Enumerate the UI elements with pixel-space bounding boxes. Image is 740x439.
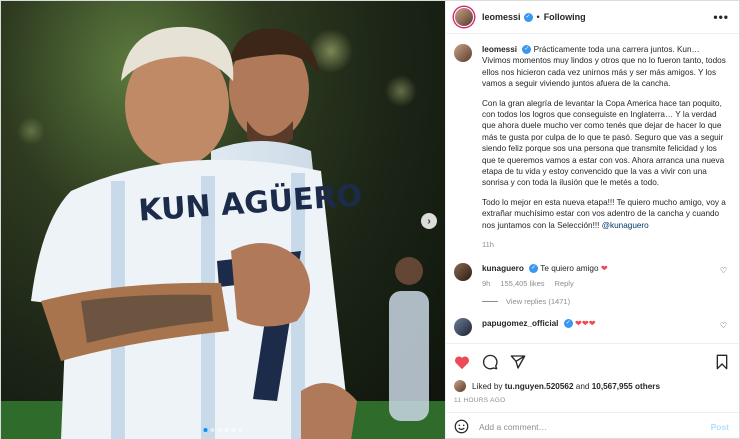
liker-username[interactable]: tu.nguyen.520562 <box>505 382 574 391</box>
caption-author-username[interactable]: leomessi <box>482 45 517 54</box>
post-header: leomessi ✓ • Following ••• <box>446 1 739 34</box>
caption-paragraph-2: Con la gran alegría de levantar la Copa … <box>482 98 725 188</box>
likes-prefix: Liked by <box>472 381 503 391</box>
post-actions: Liked by tu.nguyen.520562 and 10,567,955… <box>446 343 739 412</box>
more-options-icon[interactable]: ••• <box>713 10 729 24</box>
action-icons <box>454 352 729 372</box>
bookmark-icon[interactable] <box>715 354 729 370</box>
emoji-icon[interactable] <box>454 419 469 434</box>
add-comment-bar: Post <box>446 412 739 439</box>
comment-body: kunaguero ✓ Te quiero amigo ❤ 9h 155,405… <box>482 263 714 289</box>
like-comment-heart-icon[interactable]: ♡ <box>720 321 727 330</box>
commenter-username[interactable]: kunaguero <box>482 264 524 273</box>
separator-dot: • <box>536 12 540 22</box>
comment-likes[interactable]: 155,405 likes <box>500 278 544 289</box>
author-avatar[interactable] <box>454 7 474 27</box>
verified-badge-icon: ✓ <box>563 318 573 328</box>
red-heart-emoji: ❤ <box>600 263 608 273</box>
likes-summary: Liked by tu.nguyen.520562 and 10,567,955… <box>454 380 729 392</box>
comments-section: leomessi ✓ Prácticamente toda una carrer… <box>446 34 739 343</box>
comment-item: kunaguero ✓ Te quiero amigo ❤ 9h 155,405… <box>454 262 727 289</box>
instagram-post-view: KUN AGÜERO › leomessi ✓ • Following ••• … <box>0 0 740 439</box>
post-comment-button[interactable]: Post <box>711 422 729 432</box>
likes-others-link[interactable]: 10,567,955 others <box>592 382 660 391</box>
chevron-right-icon: › <box>427 215 431 227</box>
comment-icon[interactable] <box>482 354 498 370</box>
carousel-dot-4 <box>224 428 229 432</box>
likes-middle: and <box>575 381 590 391</box>
red-heart-emoji: ❤❤❤ <box>575 318 596 328</box>
comment-text: Te quiero amigo <box>540 263 599 273</box>
like-comment-heart-icon[interactable]: ♡ <box>720 266 727 275</box>
view-replies-button[interactable]: View replies (1471) <box>482 297 727 306</box>
liker-avatar[interactable] <box>454 380 466 392</box>
comment-time[interactable]: 9h <box>482 278 490 289</box>
author-username[interactable]: leomessi <box>482 12 521 22</box>
liked-heart-icon[interactable] <box>454 355 470 370</box>
caption-author-avatar[interactable] <box>454 44 472 62</box>
photo-illustration: KUN AGÜERO <box>1 26 445 439</box>
verified-badge-icon: ✓ <box>522 45 532 55</box>
post-side-panel: leomessi ✓ • Following ••• leomessi ✓ Pr… <box>445 1 739 439</box>
caption: leomessi ✓ Prácticamente toda una carrer… <box>454 44 727 251</box>
commenter-avatar[interactable] <box>454 262 472 281</box>
caption-paragraph-1: Prácticamente toda una carrera juntos. K… <box>482 45 726 89</box>
carousel-next-button[interactable]: › <box>421 213 437 229</box>
commenter-username[interactable]: papugomez_official <box>482 319 558 328</box>
comment-item: papugomez_official ✓ ❤❤❤ ♡ <box>454 317 727 336</box>
comment-meta: 9h 155,405 likes Reply <box>482 278 714 289</box>
follow-status-button[interactable]: Following <box>544 12 586 22</box>
carousel-dot-5 <box>231 428 236 432</box>
view-replies-label: View replies (1471) <box>506 296 571 306</box>
verified-badge-icon: ✓ <box>523 12 533 22</box>
commenter-avatar[interactable] <box>454 317 472 336</box>
comment-body: papugomez_official ✓ ❤❤❤ <box>482 318 714 329</box>
caption-mention-link[interactable]: @kunaguero <box>602 221 649 230</box>
carousel-dot-3 <box>217 428 222 432</box>
carousel-dot-2 <box>210 428 215 432</box>
post-photo[interactable]: KUN AGÜERO › <box>1 1 445 439</box>
comment-reply-button[interactable]: Reply <box>555 278 574 289</box>
share-icon[interactable] <box>510 354 526 370</box>
carousel-dots <box>203 428 243 432</box>
caption-body: leomessi ✓ Prácticamente toda una carrer… <box>482 44 727 251</box>
carousel-dot-1 <box>203 428 208 432</box>
comment-input[interactable] <box>479 421 711 432</box>
caption-time[interactable]: 11h <box>482 239 727 250</box>
post-timestamp[interactable]: 11 HOURS AGO <box>454 397 729 404</box>
view-replies-divider <box>482 300 498 302</box>
carousel-dot-6 <box>238 428 243 432</box>
verified-badge-icon: ✓ <box>529 263 539 273</box>
